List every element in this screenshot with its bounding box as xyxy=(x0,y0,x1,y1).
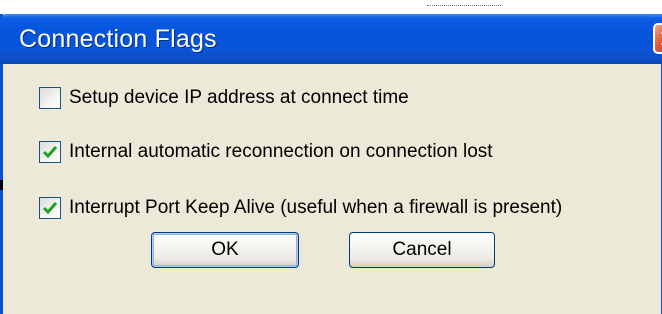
ok-button[interactable]: OK xyxy=(151,232,299,268)
connection-flags-dialog: Connection Flags Setup device IP address… xyxy=(0,14,662,314)
edge-mark xyxy=(0,180,3,190)
setup-ip-checkbox[interactable] xyxy=(39,87,61,109)
option-auto-reconnect[interactable]: Internal automatic reconnection on conne… xyxy=(39,140,493,164)
background-dotted-line xyxy=(427,5,501,7)
option-keep-alive[interactable]: Interrupt Port Keep Alive (useful when a… xyxy=(39,196,562,220)
cancel-button[interactable]: Cancel xyxy=(349,232,495,268)
checkmark-icon xyxy=(42,202,58,215)
keep-alive-label: Interrupt Port Keep Alive (useful when a… xyxy=(69,197,563,218)
option-setup-ip[interactable]: Setup device IP address at connect time xyxy=(39,86,409,110)
setup-ip-label: Setup device IP address at connect time xyxy=(69,87,409,108)
close-button[interactable] xyxy=(653,23,662,54)
title-bar[interactable]: Connection Flags xyxy=(0,14,662,64)
dialog-body: Setup device IP address at connect time … xyxy=(3,64,661,314)
dialog-title: Connection Flags xyxy=(19,25,217,53)
checkmark-icon xyxy=(42,146,58,159)
auto-reconnect-checkbox[interactable] xyxy=(39,141,61,163)
auto-reconnect-label: Internal automatic reconnection on conne… xyxy=(69,141,493,162)
keep-alive-checkbox[interactable] xyxy=(39,197,61,219)
screen: Connection Flags Setup device IP address… xyxy=(0,0,662,314)
